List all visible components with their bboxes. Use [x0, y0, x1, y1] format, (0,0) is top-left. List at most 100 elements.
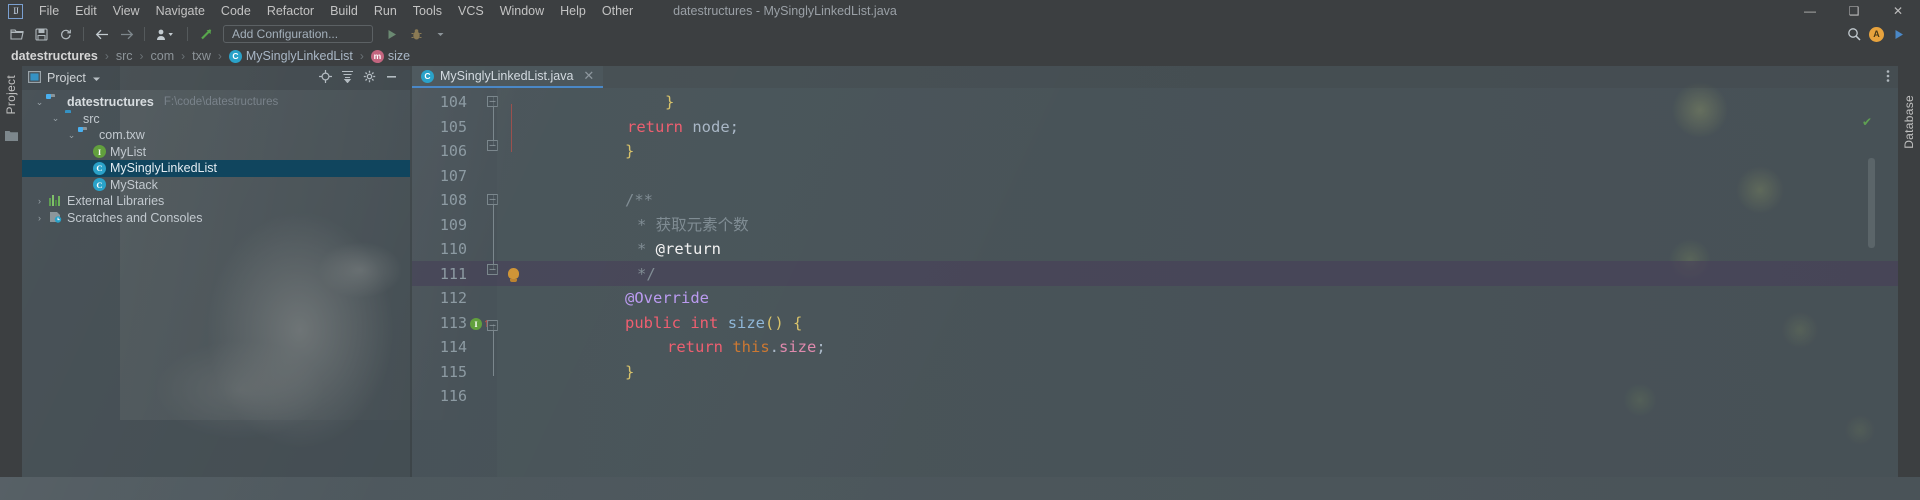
search-icon[interactable] [1843, 24, 1865, 44]
breadcrumb-item-com[interactable]: com [148, 49, 178, 63]
line-number: 110 [439, 240, 467, 258]
breadcrumb-item-method[interactable]: m size [368, 49, 413, 63]
arrow-right-icon[interactable] [115, 24, 137, 44]
breadcrumb-item-txw[interactable]: txw [189, 49, 214, 63]
code-text-area[interactable]: } return node; } /** * 获取元素个数 * @return … [497, 88, 1898, 477]
editor-gutter[interactable]: 104 105 106 107 108 109 110 111 112 113 … [412, 88, 519, 477]
tree-label: Scratches and Consoles [67, 210, 203, 225]
project-panel-header: Project [22, 66, 410, 90]
project-panel-title: Project [47, 71, 86, 85]
tree-node-path: F:\code\datestructures [163, 96, 279, 109]
menu-refactor[interactable]: Refactor [259, 2, 322, 20]
chevron-down-icon[interactable] [92, 71, 101, 86]
code-line-115: } [625, 360, 634, 385]
breadcrumb-separator: › [217, 49, 222, 63]
tree-node-src[interactable]: ⌄ src [22, 111, 410, 128]
tree-label: MySinglyLinkedList [110, 161, 217, 176]
menu-navigate[interactable]: Navigate [148, 2, 213, 20]
chevron-down-icon[interactable]: ⌄ [50, 113, 61, 124]
line-number: 114 [439, 338, 467, 356]
tab-mysinglylinkedlist-java[interactable]: C MySinglyLinkedList.java ✕ [412, 66, 604, 88]
code-token: */ [637, 264, 656, 283]
more-options-icon[interactable] [1886, 69, 1890, 86]
editor-scrollbar-thumb[interactable] [1868, 158, 1875, 248]
code-editor: C MySinglyLinkedList.java ✕ 104 105 106 [412, 66, 1898, 477]
chevron-right-icon[interactable]: › [34, 213, 45, 223]
line-number: 112 [439, 289, 467, 307]
code-token: } [625, 362, 635, 381]
menu-file[interactable]: File [31, 2, 67, 20]
tool-window-button-project[interactable]: Project [4, 72, 18, 117]
tree-node-scratches-consoles[interactable]: › Scratches and Consoles [22, 210, 410, 227]
breadcrumb-method-label: size [387, 49, 411, 63]
chevron-down-icon[interactable] [429, 24, 451, 44]
menu-help[interactable]: Help [552, 2, 594, 20]
toolbar-right-group: A [1843, 24, 1914, 44]
debug-icon[interactable] [405, 24, 427, 44]
menu-other[interactable]: Other [594, 2, 641, 20]
code-line-105: return node; [627, 115, 739, 140]
tree-node-external-libraries[interactable]: › External Libraries [22, 193, 410, 210]
menu-code[interactable]: Code [213, 2, 259, 20]
line-number: 106 [439, 142, 467, 160]
chevron-down-icon[interactable]: ⌄ [66, 130, 77, 141]
line-number: 115 [439, 362, 467, 381]
code-token: ; [816, 338, 826, 356]
vcs-update-icon[interactable] [195, 24, 217, 44]
code-token: } [665, 93, 675, 111]
menu-view[interactable]: View [105, 2, 148, 20]
close-icon[interactable]: ✕ [583, 68, 594, 84]
chevron-down-icon[interactable]: ⌄ [34, 97, 45, 108]
arrow-left-icon[interactable] [91, 24, 113, 44]
chevron-right-icon[interactable]: › [34, 196, 45, 206]
breadcrumb-item-project[interactable]: datestructures [8, 49, 101, 63]
tree-node-com-txw[interactable]: ⌄ com.txw [22, 127, 410, 144]
minimize-icon[interactable] [385, 70, 398, 86]
tool-window-button-database[interactable]: Database [1902, 92, 1916, 152]
tree-label: MyList [110, 144, 147, 159]
breadcrumb-item-src[interactable]: src [113, 49, 136, 63]
app-logo-icon: IJ [8, 3, 23, 19]
line-number: 104 [439, 93, 467, 111]
avatar[interactable]: A [1869, 26, 1884, 42]
tree-node-datestructures[interactable]: ⌄ datestructures F:\code\datestructures [22, 94, 410, 111]
menu-window[interactable]: Window [492, 2, 552, 20]
left-tool-strip: Project [0, 66, 22, 477]
scratches-icon [49, 211, 63, 224]
menu-edit[interactable]: Edit [67, 2, 105, 20]
right-tool-strip: Database [1898, 66, 1920, 477]
code-token: @Override [625, 289, 709, 307]
line-number: 113 [439, 313, 467, 332]
open-folder-icon[interactable] [6, 24, 28, 44]
collapse-all-icon[interactable] [341, 70, 354, 86]
line-number: 109 [439, 215, 467, 234]
gear-icon[interactable] [363, 70, 376, 86]
structure-folder-icon[interactable] [4, 129, 18, 144]
tree-node-mylist[interactable]: I MyList [22, 144, 410, 161]
menu-tools[interactable]: Tools [405, 2, 450, 20]
tree-node-mysinglylinkedlist[interactable]: C MySinglyLinkedList [22, 160, 410, 177]
code-token: public [625, 313, 681, 332]
target-icon[interactable] [319, 70, 332, 86]
code-token: @return [655, 240, 721, 258]
run-configuration-selector[interactable]: Add Configuration... [223, 25, 373, 43]
code-token: size [727, 313, 766, 332]
inspection-status[interactable]: ✔ [1862, 114, 1874, 129]
menu-vcs[interactable]: VCS [450, 2, 492, 20]
save-icon[interactable] [30, 24, 52, 44]
tree-node-mystack[interactable]: C MyStack [22, 177, 410, 194]
editor-tab-bar: C MySinglyLinkedList.java ✕ [412, 66, 1898, 88]
breadcrumb-item-class[interactable]: C MySinglyLinkedList [226, 49, 356, 63]
menu-build[interactable]: Build [322, 2, 366, 20]
menu-run[interactable]: Run [366, 2, 405, 20]
close-button[interactable]: ✕ [1876, 0, 1920, 22]
tree-label: src [83, 111, 100, 126]
code-line-108: /** [625, 188, 653, 213]
code-viewport[interactable]: 104 105 106 107 108 109 110 111 112 113 … [412, 88, 1898, 477]
run-icon[interactable] [381, 24, 403, 44]
user-group-icon[interactable] [152, 24, 180, 44]
maximize-button[interactable]: ❑ [1832, 0, 1876, 22]
play-icon[interactable] [1888, 24, 1910, 44]
minimize-button[interactable]: — [1788, 0, 1832, 22]
refresh-icon[interactable] [54, 24, 76, 44]
